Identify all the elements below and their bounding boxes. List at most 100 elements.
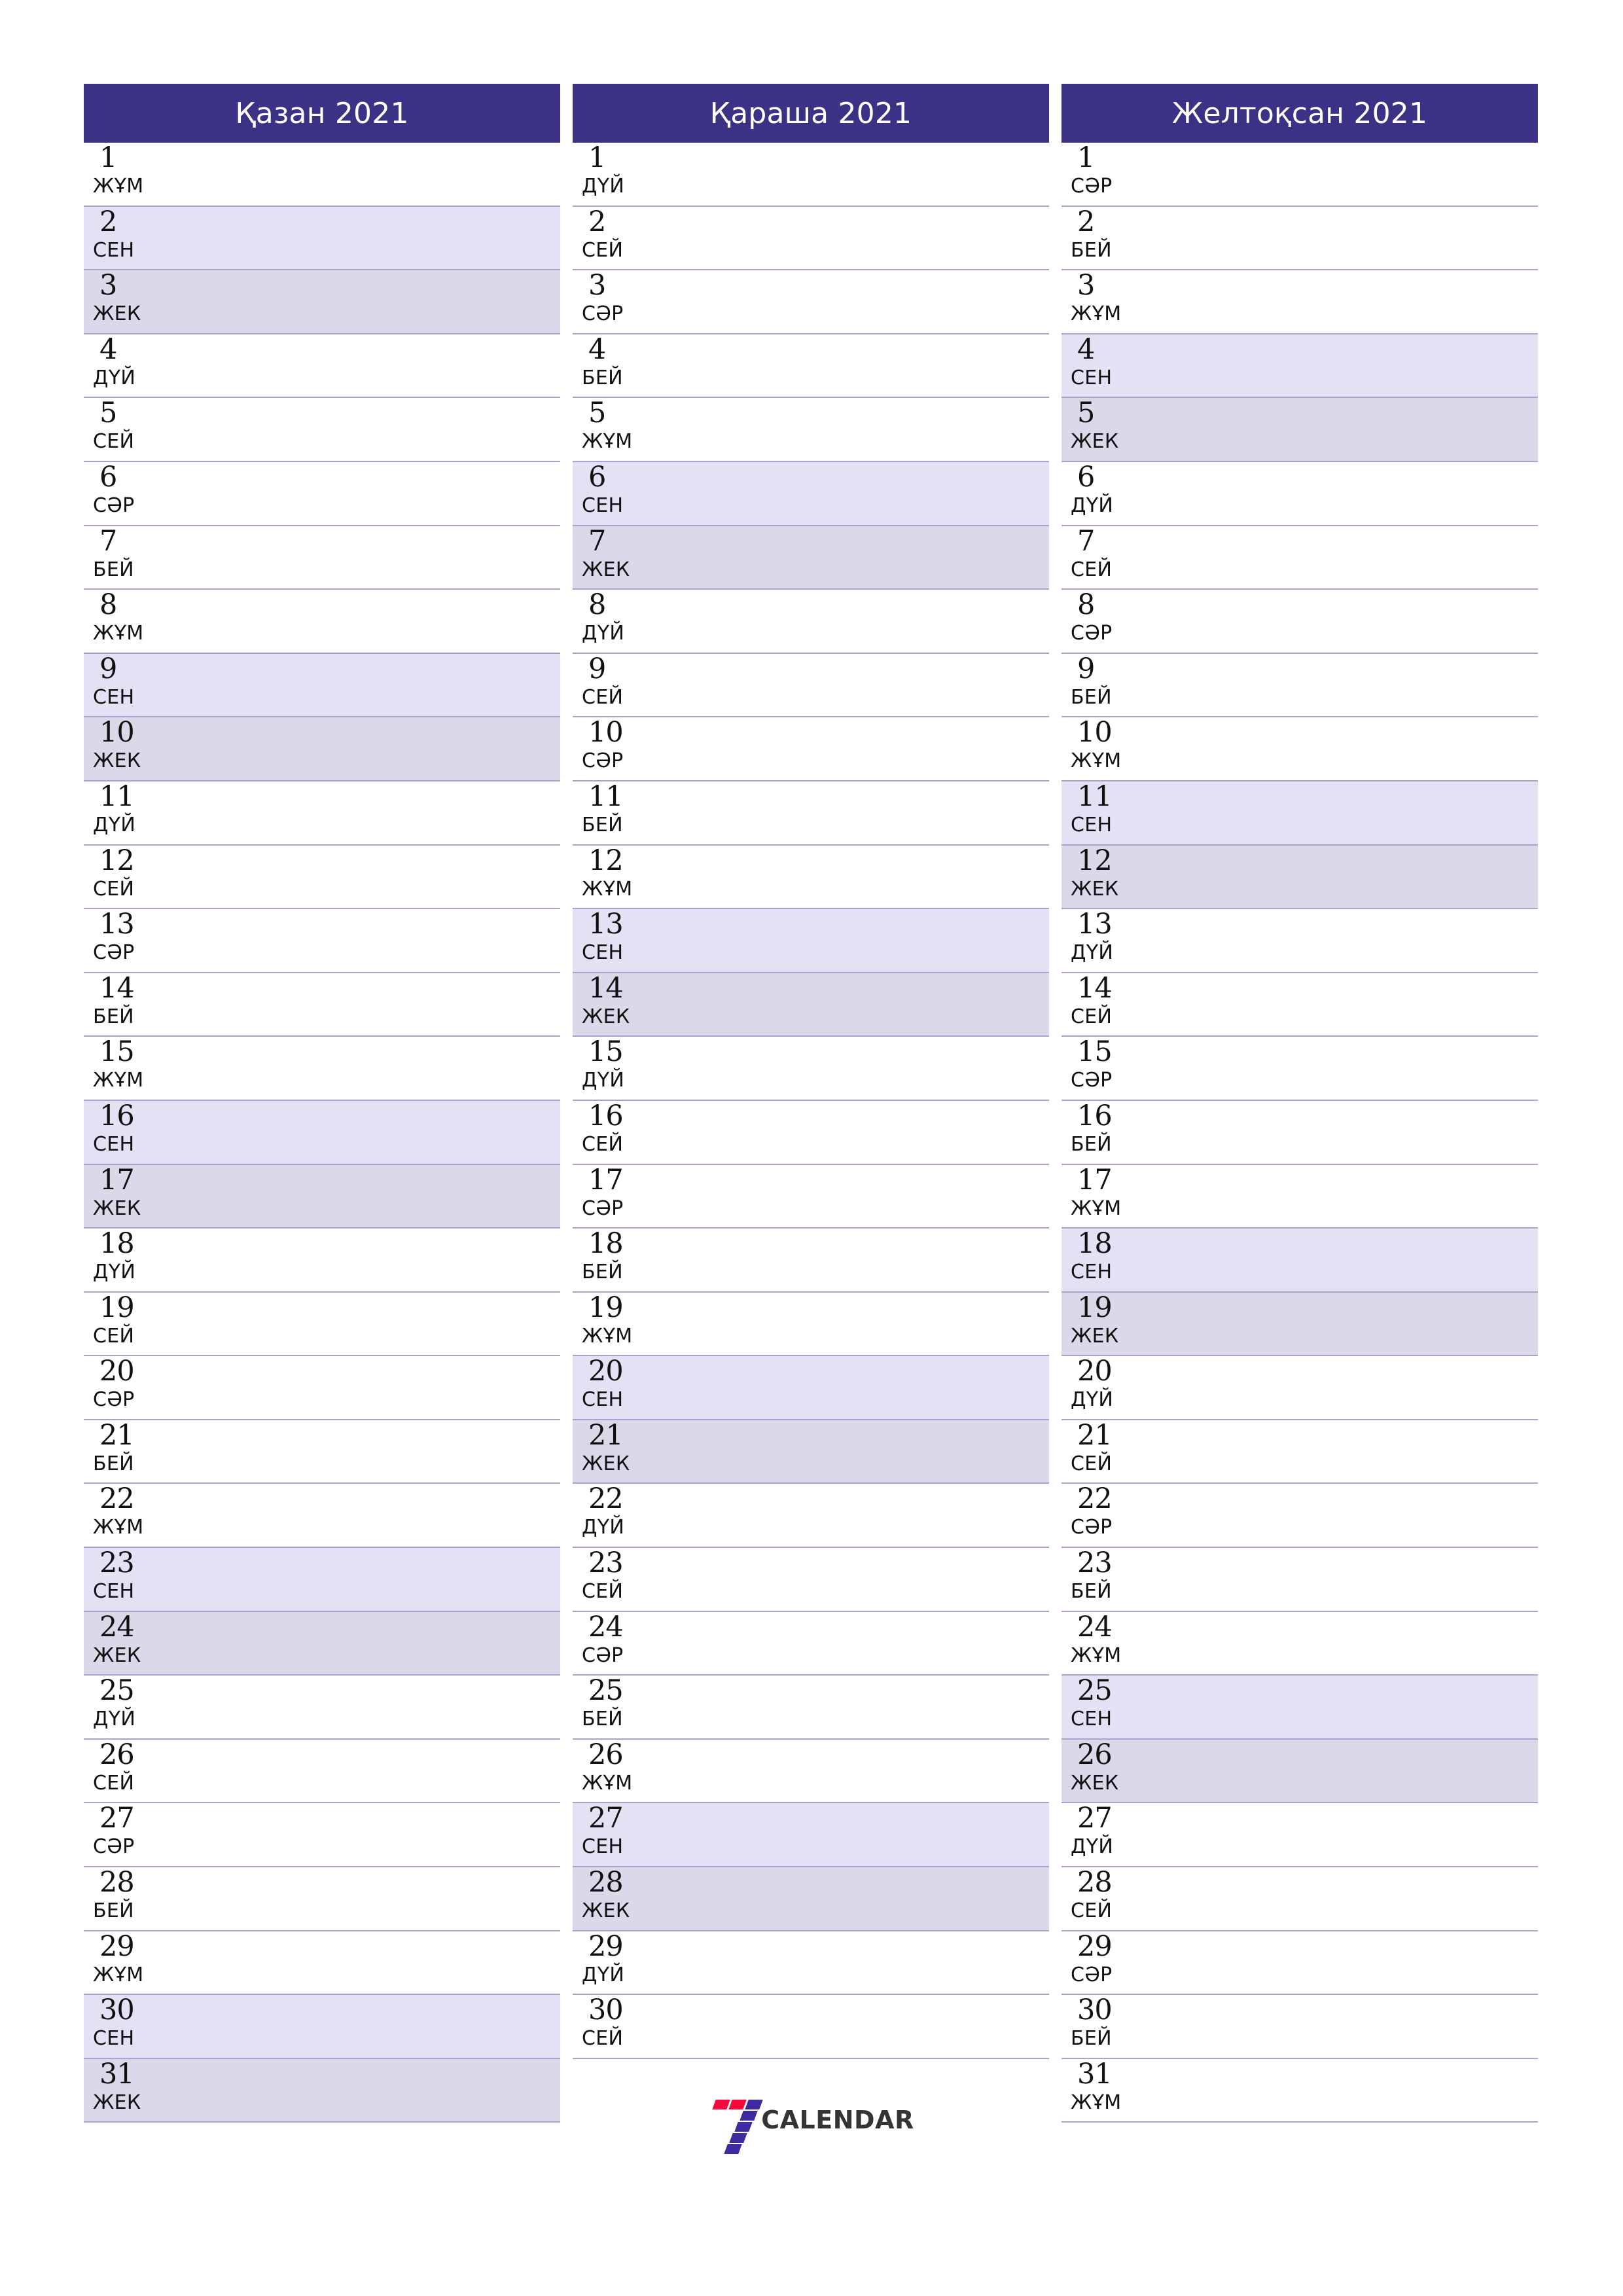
day-row[interactable]: 8 ЖҰМ	[84, 590, 560, 654]
day-row[interactable]: 19 ЖҰМ	[573, 1292, 1049, 1357]
day-row[interactable]: 16 СЕН	[84, 1100, 560, 1165]
day-row[interactable]: 23 СЕЙ	[573, 1548, 1049, 1612]
day-row[interactable]: 25 БЕЙ	[573, 1676, 1049, 1740]
day-number: 16	[1077, 1099, 1113, 1132]
day-row[interactable]: 21 СЕЙ	[1061, 1420, 1538, 1484]
day-row[interactable]: 9 СЕЙ	[573, 653, 1049, 718]
day-row[interactable]: 4 СЕН	[1061, 334, 1538, 399]
weekday-abbreviation: БЕЙ	[1071, 1132, 1112, 1156]
day-row[interactable]: 21 ЖЕК	[573, 1420, 1049, 1484]
day-row[interactable]: 8 ДҮЙ	[573, 590, 1049, 654]
day-row[interactable]: 14 БЕЙ	[84, 973, 560, 1037]
day-row[interactable]: 7 СЕЙ	[1061, 526, 1538, 590]
day-row[interactable]: 23 СЕН	[84, 1548, 560, 1612]
day-row[interactable]: 20 СӘР	[84, 1356, 560, 1420]
day-row[interactable]: 28 СЕЙ	[1061, 1867, 1538, 1931]
day-row[interactable]: 26 СЕЙ	[84, 1739, 560, 1804]
day-row[interactable]: 14 ЖЕК	[573, 973, 1049, 1037]
day-row[interactable]: 18 ДҮЙ	[84, 1229, 560, 1293]
day-row[interactable]: 24 СӘР	[573, 1611, 1049, 1676]
day-row[interactable]: 30 БЕЙ	[1061, 1995, 1538, 2059]
day-row[interactable]: 22 СӘР	[1061, 1484, 1538, 1549]
day-row[interactable]: 21 БЕЙ	[84, 1420, 560, 1484]
day-row[interactable]: 7 БЕЙ	[84, 526, 560, 590]
day-row[interactable]: 30 СЕН	[84, 1995, 560, 2059]
day-row[interactable]: 1 ДҮЙ	[573, 143, 1049, 207]
day-number: 5	[588, 397, 606, 430]
day-row[interactable]: 17 ЖЕК	[84, 1164, 560, 1229]
day-row[interactable]: 3 ЖЕК	[84, 270, 560, 334]
day-row[interactable]: 1 ЖҰМ	[84, 143, 560, 207]
day-row[interactable]: 11 СЕН	[1061, 781, 1538, 846]
day-row[interactable]: 12 СЕЙ	[84, 845, 560, 910]
day-row[interactable]: 2 СЕН	[84, 206, 560, 271]
day-row[interactable]: 2 СЕЙ	[573, 206, 1049, 271]
day-row[interactable]: 24 ЖҰМ	[1061, 1611, 1538, 1676]
day-row[interactable]: 11 ДҮЙ	[84, 781, 560, 846]
day-row[interactable]: 30 СЕЙ	[573, 1995, 1049, 2059]
day-row[interactable]: 17 СӘР	[573, 1164, 1049, 1229]
day-row[interactable]: 3 СӘР	[573, 270, 1049, 334]
day-row[interactable]: 28 ЖЕК	[573, 1867, 1049, 1931]
day-row[interactable]: 17 ЖҰМ	[1061, 1164, 1538, 1229]
day-row[interactable]: 16 СЕЙ	[573, 1100, 1049, 1165]
day-row[interactable]: 20 СЕН	[573, 1356, 1049, 1420]
day-row[interactable]: 16 БЕЙ	[1061, 1099, 1538, 1165]
day-row[interactable]: 4 ДҮЙ	[84, 334, 560, 399]
day-row[interactable]: 24 ЖЕК	[84, 1611, 560, 1676]
day-row[interactable]: 31 ЖҰМ	[1061, 2058, 1538, 2123]
day-row[interactable]: 14 СЕЙ	[1061, 973, 1538, 1037]
day-row[interactable]: 22 ЖҰМ	[84, 1484, 560, 1549]
day-row[interactable]: 13 СЕН	[573, 909, 1049, 973]
day-row[interactable]: 7 ЖЕК	[573, 526, 1049, 590]
day-row[interactable]: 29 ЖҰМ	[84, 1931, 560, 1996]
day-row[interactable]: 12 ЖЕК	[1061, 845, 1538, 910]
day-row[interactable]: 15 ДҮЙ	[573, 1037, 1049, 1101]
day-row[interactable]: 5 ЖЕК	[1061, 398, 1538, 462]
day-row[interactable]: 31 ЖЕК	[84, 2058, 560, 2123]
day-row[interactable]: 20 ДҮЙ	[1061, 1356, 1538, 1420]
day-row[interactable]: 27 СЕН	[573, 1803, 1049, 1868]
day-row[interactable]: 26 ЖЕК	[1061, 1739, 1538, 1804]
day-row[interactable]: 13 СӘР	[84, 909, 560, 973]
day-number: 3	[588, 269, 606, 302]
day-row[interactable]: 6 СӘР	[84, 461, 560, 526]
day-row[interactable]: 22 ДҮЙ	[573, 1484, 1049, 1549]
day-row[interactable]: 5 ЖҰМ	[573, 398, 1049, 462]
day-row[interactable]: 26 ЖҰМ	[573, 1739, 1049, 1804]
day-row[interactable]: 13 ДҮЙ	[1061, 909, 1538, 973]
day-row[interactable]: 23 БЕЙ	[1061, 1548, 1538, 1612]
day-row[interactable]: 3 ЖҰМ	[1061, 270, 1538, 334]
day-row[interactable]: 5 СЕЙ	[84, 398, 560, 462]
day-row[interactable]: 15 СӘР	[1061, 1037, 1538, 1101]
day-row[interactable]: 4 БЕЙ	[573, 334, 1049, 399]
day-row[interactable]: 11 БЕЙ	[573, 781, 1049, 846]
day-row[interactable]: 25 СЕН	[1061, 1676, 1538, 1740]
day-row[interactable]: 25 ДҮЙ	[84, 1676, 560, 1740]
day-row[interactable]: 8 СӘР	[1061, 590, 1538, 654]
day-row[interactable]: 2 БЕЙ	[1061, 206, 1538, 271]
day-row[interactable]: 18 СЕН	[1061, 1229, 1538, 1293]
day-row[interactable]: 6 ДҮЙ	[1061, 461, 1538, 526]
day-row[interactable]: 1 СӘР	[1061, 143, 1538, 207]
day-row[interactable]: 10 СӘР	[573, 717, 1049, 781]
day-row[interactable]: 27 ДҮЙ	[1061, 1803, 1538, 1868]
day-row[interactable]: 15 ЖҰМ	[84, 1037, 560, 1101]
day-row[interactable]: 12 ЖҰМ	[573, 845, 1049, 910]
weekday-abbreviation: СЕН	[93, 685, 135, 709]
day-row[interactable]: 28 БЕЙ	[84, 1867, 560, 1931]
day-row[interactable]: 19 СЕЙ	[84, 1292, 560, 1357]
day-row[interactable]: 18 БЕЙ	[573, 1229, 1049, 1293]
day-row[interactable]: 9 СЕН	[84, 653, 560, 718]
weekday-abbreviation: СЕН	[93, 2027, 135, 2051]
weekday-abbreviation: СЕЙ	[582, 685, 624, 709]
day-row[interactable]: 6 СЕН	[573, 461, 1049, 526]
day-row[interactable]: 19 ЖЕК	[1061, 1292, 1538, 1357]
day-row[interactable]: 10 ЖҰМ	[1061, 717, 1538, 781]
day-row[interactable]: 27 СӘР	[84, 1803, 560, 1868]
day-row[interactable]: 10 ЖЕК	[84, 717, 560, 781]
day-row[interactable]: 29 ДҮЙ	[573, 1931, 1049, 1996]
day-row[interactable]: 9 БЕЙ	[1061, 653, 1538, 718]
day-row[interactable]: 29 СӘР	[1061, 1931, 1538, 1996]
weekday-abbreviation: ДҮЙ	[582, 1069, 625, 1092]
